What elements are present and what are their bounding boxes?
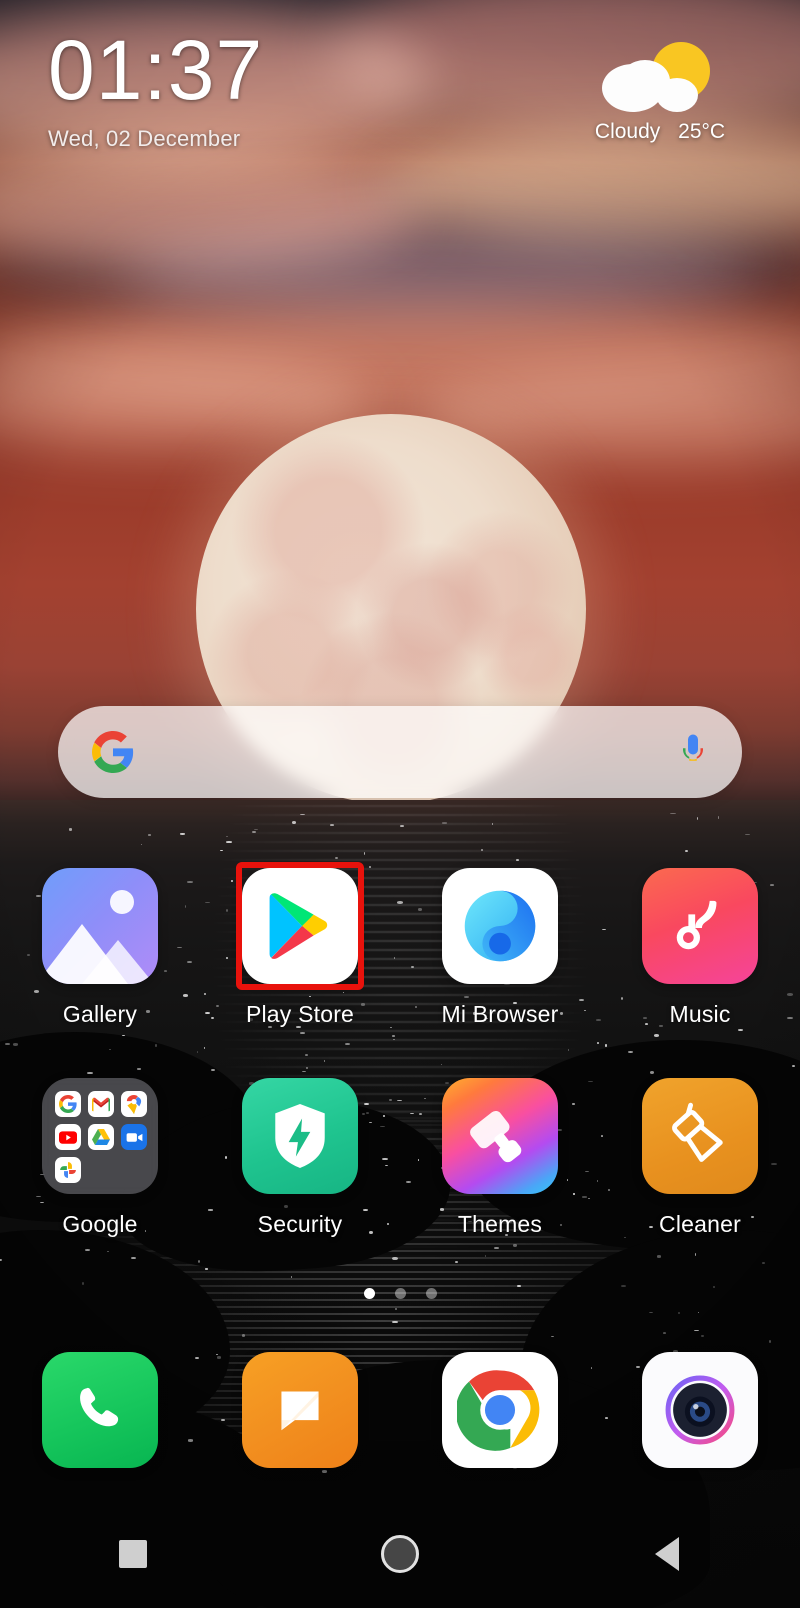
phone-icon[interactable]: [42, 1352, 158, 1468]
clock-widget[interactable]: 01:37 Wed, 02 December: [48, 28, 263, 152]
clock-date: Wed, 02 December: [48, 126, 263, 152]
themes-icon[interactable]: [442, 1078, 558, 1194]
app-label: Play Store: [246, 1001, 354, 1028]
dock: [0, 1352, 800, 1468]
app-item-security[interactable]: Security: [200, 1078, 400, 1238]
weather-widget[interactable]: Cloudy 25°C: [560, 40, 760, 144]
gmail-icon: [88, 1091, 114, 1117]
sun-behind-cloud-icon: [560, 40, 760, 112]
microphone-icon[interactable]: [678, 731, 708, 773]
meet-icon: [121, 1124, 147, 1150]
cleaner-icon[interactable]: [642, 1078, 758, 1194]
music-icon[interactable]: [642, 868, 758, 984]
navigation-bar: [0, 1500, 800, 1608]
drive-icon: [88, 1124, 114, 1150]
chrome-icon[interactable]: [442, 1352, 558, 1468]
security-icon[interactable]: [242, 1078, 358, 1194]
app-item-music[interactable]: Music: [600, 868, 800, 1028]
maps-icon: [121, 1091, 147, 1117]
square-icon: [119, 1540, 147, 1568]
recents-button[interactable]: [73, 1524, 193, 1584]
photos-icon: [55, 1157, 81, 1183]
app-label: Gallery: [63, 1001, 137, 1028]
app-item-mi-browser[interactable]: Mi Browser: [400, 868, 600, 1028]
youtube-icon: [55, 1124, 81, 1150]
triangle-left-icon: [655, 1537, 679, 1571]
app-label: Mi Browser: [441, 1001, 558, 1028]
app-item-google-folder[interactable]: Google: [0, 1078, 200, 1238]
app-grid-row: Gallery Play Store Mi Browser Music: [0, 868, 800, 1028]
cloud-shape: [602, 64, 698, 112]
mi-browser-icon[interactable]: [442, 868, 558, 984]
google-folder-icon[interactable]: [42, 1078, 158, 1194]
camera-icon[interactable]: [642, 1352, 758, 1468]
dock-item-chrome[interactable]: [400, 1352, 600, 1468]
weather-condition: Cloudy: [595, 120, 660, 143]
app-item-play-store[interactable]: Play Store: [200, 868, 400, 1028]
app-label: Cleaner: [659, 1211, 741, 1238]
gallery-icon[interactable]: [42, 868, 158, 984]
page-dot[interactable]: [426, 1288, 437, 1299]
app-item-themes[interactable]: Themes: [400, 1078, 600, 1238]
back-button[interactable]: [607, 1524, 727, 1584]
app-grid-row: Google Security Themes Cleaner: [0, 1078, 800, 1238]
app-label: Themes: [458, 1211, 542, 1238]
dock-item-phone[interactable]: [0, 1352, 200, 1468]
app-label: Security: [258, 1211, 343, 1238]
weather-text: Cloudy 25°C: [560, 120, 760, 144]
google-search-bar[interactable]: [58, 706, 742, 798]
messages-icon[interactable]: [242, 1352, 358, 1468]
app-label: Music: [669, 1001, 730, 1028]
clock-time: 01:37: [48, 28, 263, 112]
dock-item-camera[interactable]: [600, 1352, 800, 1468]
dock-item-messages[interactable]: [200, 1352, 400, 1468]
app-item-cleaner[interactable]: Cleaner: [600, 1078, 800, 1238]
page-dot[interactable]: [364, 1288, 375, 1299]
google-icon: [55, 1091, 81, 1117]
app-label: Google: [62, 1211, 137, 1238]
home-button[interactable]: [340, 1524, 460, 1584]
play-store-icon[interactable]: [242, 868, 358, 984]
circle-icon: [381, 1535, 419, 1573]
page-dot[interactable]: [395, 1288, 406, 1299]
google-g-icon: [92, 731, 134, 773]
page-indicator[interactable]: [0, 1288, 800, 1299]
weather-temperature: 25°C: [678, 120, 725, 143]
app-item-gallery[interactable]: Gallery: [0, 868, 200, 1028]
